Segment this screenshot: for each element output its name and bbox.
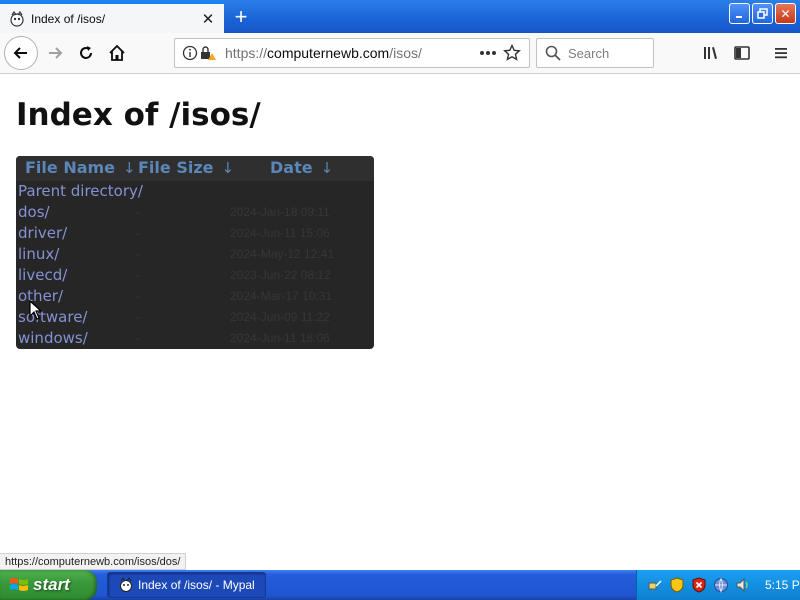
file-size: - [136,247,140,261]
file-link[interactable]: Parent directory/ [18,182,143,200]
sidebar-icon [734,46,750,60]
taskbar: start Index of /isos/ - Mypal 5:15 PM [0,570,800,600]
url-text[interactable]: https://computernewb.com/isos/ [225,45,479,61]
file-link[interactable]: linux/ [18,245,59,263]
restore-button[interactable] [752,3,773,24]
sort-arrow-icon: ↓ [123,159,136,177]
file-date: 2024-May-12 12:41 [230,247,335,261]
taskbar-clock: 5:15 PM [765,578,800,592]
library-button[interactable] [696,38,726,68]
library-icon [704,47,717,59]
system-tray: 5:15 PM [636,570,800,600]
file-date: 2024-Mar-17 10:31 [230,289,333,303]
page-content: Index of /isos/ File Name ↓ File Size ↓ Da… [0,75,800,553]
table-header: File Name ↓ File Size ↓ Date ↓ [16,156,374,181]
column-header-file-name[interactable]: File Name ↓ [25,158,136,177]
status-bar-link-preview: https://computernewb.com/isos/dos/ [0,553,187,570]
reload-icon [80,46,92,59]
file-date: 2023-Jun-22 08:12 [230,268,331,282]
close-window-button[interactable]: ✕ [775,3,796,24]
file-size: - [136,226,140,240]
mouse-cursor-icon [29,300,43,320]
volume-tray-icon[interactable] [735,577,751,593]
menu-button[interactable] [766,38,796,68]
column-header-date[interactable]: Date ↓ [270,158,333,177]
new-tab-button[interactable]: + [228,4,254,30]
column-header-file-size[interactable]: File Size ↓ [138,158,234,177]
file-link[interactable]: windows/ [18,329,88,347]
table-row: livecd/ - 2023-Jun-22 08:12 [16,265,374,286]
file-date: 2024-Jun-11 15:06 [230,226,330,240]
home-icon [109,44,125,61]
forward-button[interactable] [40,38,70,68]
bookmark-star-icon[interactable] [503,44,521,62]
page-actions-icon[interactable] [479,44,497,62]
reload-button[interactable] [71,38,101,68]
nav-toolbar: https://computernewb.com/isos/ Search [0,33,800,74]
table-body: Parent directory/ - dos/ - 2024-Jan-18 09:11… [16,181,374,349]
file-link[interactable]: livecd/ [18,266,67,284]
hamburger-menu-icon [775,48,787,59]
table-row: software/-2024-Jun-09 11:22 [16,307,374,328]
site-favicon-icon [9,10,25,27]
search-icon [544,44,562,62]
update-globe-icon[interactable] [713,577,729,593]
sort-arrow-icon: ↓ [320,159,334,177]
info-icon[interactable] [181,44,199,62]
file-size: - [136,289,140,303]
file-size: - [136,268,140,282]
tab-index-isos[interactable]: Index of /isos/ ✕ [0,2,224,33]
file-date: 2024-Jan-18 09:11 [230,205,330,219]
security-alert-icon[interactable] [691,577,707,593]
home-button[interactable] [102,38,132,68]
search-box[interactable]: Search [536,38,654,68]
windows-logo-icon [9,576,29,594]
mypal-app-icon [118,577,134,593]
table-row: driver/ - 2024-Jun-11 15:06 [16,223,374,244]
tab-strip: Index of /isos/ ✕ + ✕ [0,0,800,33]
table-row: other/-2024-Mar-17 10:31 [16,286,374,307]
file-link[interactable]: driver/ [18,224,67,242]
file-date: - [230,184,234,198]
forward-arrow-icon [49,47,63,59]
tab-title: Index of /isos/ [31,11,106,26]
search-placeholder: Search [568,45,610,61]
window-controls: ✕ [729,3,796,24]
table-row: Parent directory/ - [16,181,374,202]
taskbar-item-mypal[interactable]: Index of /isos/ - Mypal [107,572,266,598]
file-date: 2024-Jun-09 11:22 [230,310,330,324]
file-date: 2024-Jun-11 18:06 [230,331,330,345]
file-size: - [136,205,140,219]
lock-warning-icon[interactable] [199,44,217,62]
close-tab-icon[interactable]: ✕ [196,7,220,31]
address-bar[interactable]: https://computernewb.com/isos/ [174,38,530,68]
start-button[interactable]: start [0,570,97,600]
table-row: dos/ - 2024-Jan-18 09:11 [16,202,374,223]
file-link[interactable]: dos/ [18,203,50,221]
table-row: linux/ - 2024-May-12 12:41 [16,244,374,265]
security-shield-icon[interactable] [669,577,685,593]
back-arrow-icon [13,47,27,59]
table-row: windows/ - 2024-Jun-11 18:06 [16,328,374,349]
minimize-button[interactable] [729,3,750,24]
back-button[interactable] [4,36,38,70]
sort-arrow-icon: ↓ [221,159,235,177]
network-tray-icon[interactable] [647,577,663,593]
page-title: Index of /isos/ [16,97,261,133]
sidebar-button[interactable] [727,38,757,68]
file-listing-table: File Name ↓ File Size ↓ Date ↓ Parent direc… [16,156,374,349]
file-size: - [136,331,140,345]
start-label: start [33,575,70,594]
file-size: - [136,310,140,324]
taskbar-item-label: Index of /isos/ - Mypal [138,578,255,592]
